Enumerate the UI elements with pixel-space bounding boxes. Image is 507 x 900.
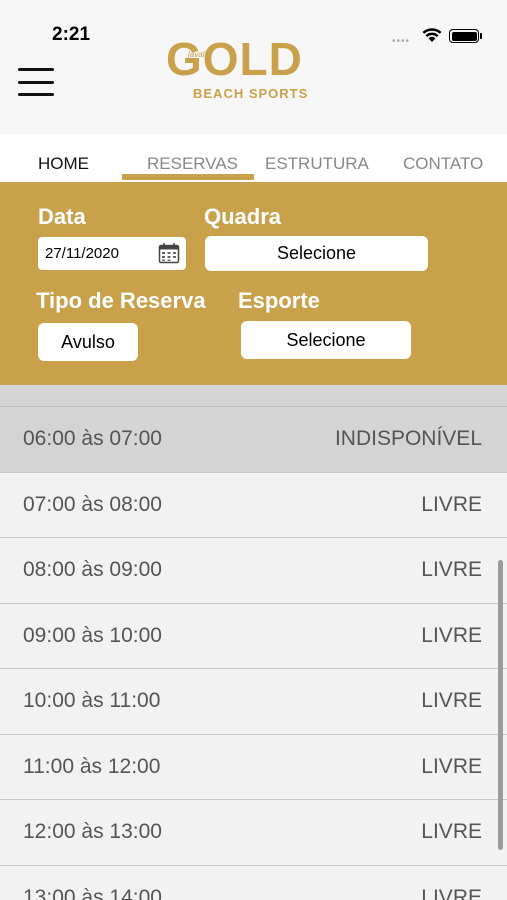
time-slot-row[interactable]: 11:00 às 12:00 LIVRE <box>0 735 507 800</box>
slot-time: 13:00 às 14:00 <box>23 885 162 900</box>
esporte-label: Esporte <box>238 288 320 313</box>
slot-time: 07:00 às 08:00 <box>23 492 162 516</box>
data-label: Data <box>38 204 86 229</box>
time-slot-row[interactable]: 13:00 às 14:00 LIVRE <box>0 866 507 900</box>
tab-estrutura[interactable]: ESTRUTURA <box>265 154 369 174</box>
slot-time: 09:00 às 10:00 <box>23 623 162 647</box>
signal-icon: •••• <box>392 36 411 47</box>
date-value: 27/11/2020 <box>45 245 119 262</box>
time-slot-row[interactable]: 12:00 às 13:00 LIVRE <box>0 800 507 866</box>
slot-time: 10:00 às 11:00 <box>23 689 161 713</box>
time-slot-row[interactable]: 08:00 às 09:00 LIVRE <box>0 538 507 604</box>
slot-status: LIVRE <box>421 820 482 844</box>
calendar-icon[interactable] <box>158 242 180 264</box>
time-slot-row[interactable]: 06:00 às 07:00 INDISPONÍVEL <box>0 407 507 473</box>
slot-status: LIVRE <box>421 754 482 778</box>
status-time: 2:21 <box>52 24 91 45</box>
time-slot-row[interactable]: 09:00 às 10:00 LIVRE <box>0 604 507 669</box>
logo-main-text: GOLD <box>166 33 303 85</box>
logo-subtitle: BEACH SPORTS <box>193 86 309 101</box>
esporte-select[interactable]: Selecione <box>241 321 411 359</box>
quadra-label: Quadra <box>204 204 282 229</box>
tipo-reserva-label: Tipo de Reserva <box>36 288 206 313</box>
slot-time: 12:00 às 13:00 <box>23 820 162 844</box>
date-field[interactable]: 27/11/2020 <box>38 237 186 270</box>
time-slot-row[interactable]: 10:00 às 11:00 LIVRE <box>0 669 507 735</box>
wifi-icon <box>422 28 442 42</box>
time-slot-list[interactable]: 06:00 às 07:00 INDISPONÍVEL 07:00 às 08:… <box>0 385 507 900</box>
hamburger-menu-icon[interactable] <box>18 68 54 96</box>
tab-reservas[interactable]: RESERVAS <box>147 154 238 174</box>
logo-small-text: javali <box>188 50 207 59</box>
scrollbar[interactable] <box>498 560 503 850</box>
battery-icon <box>449 29 479 43</box>
slot-status: INDISPONÍVEL <box>334 427 482 451</box>
battery-nub <box>480 33 482 39</box>
filter-panel: Data Quadra 27/11/2020 Selecione Tipo de… <box>0 182 507 385</box>
slot-status: LIVRE <box>421 689 482 713</box>
time-slot-row[interactable]: 07:00 às 08:00 LIVRE <box>0 473 507 538</box>
tipo-reserva-select[interactable]: Avulso <box>38 323 138 361</box>
slot-status: LIVRE <box>421 492 482 516</box>
slot-time: 08:00 às 09:00 <box>23 558 162 582</box>
logo: GOLD javali BEACH SPORTS <box>166 32 346 104</box>
list-header <box>0 385 507 407</box>
tab-home[interactable]: HOME <box>38 154 89 174</box>
slot-status: LIVRE <box>421 885 482 900</box>
slot-status: LIVRE <box>421 623 482 647</box>
active-tab-indicator <box>122 174 254 180</box>
tab-contato[interactable]: CONTATO <box>403 154 483 174</box>
slot-time: 11:00 às 12:00 <box>23 754 161 778</box>
quadra-select[interactable]: Selecione <box>205 236 428 271</box>
tab-bar: HOME RESERVAS ESTRUTURA CONTATO <box>0 134 507 182</box>
slot-status: LIVRE <box>421 558 482 582</box>
slot-time: 06:00 às 07:00 <box>23 427 162 451</box>
